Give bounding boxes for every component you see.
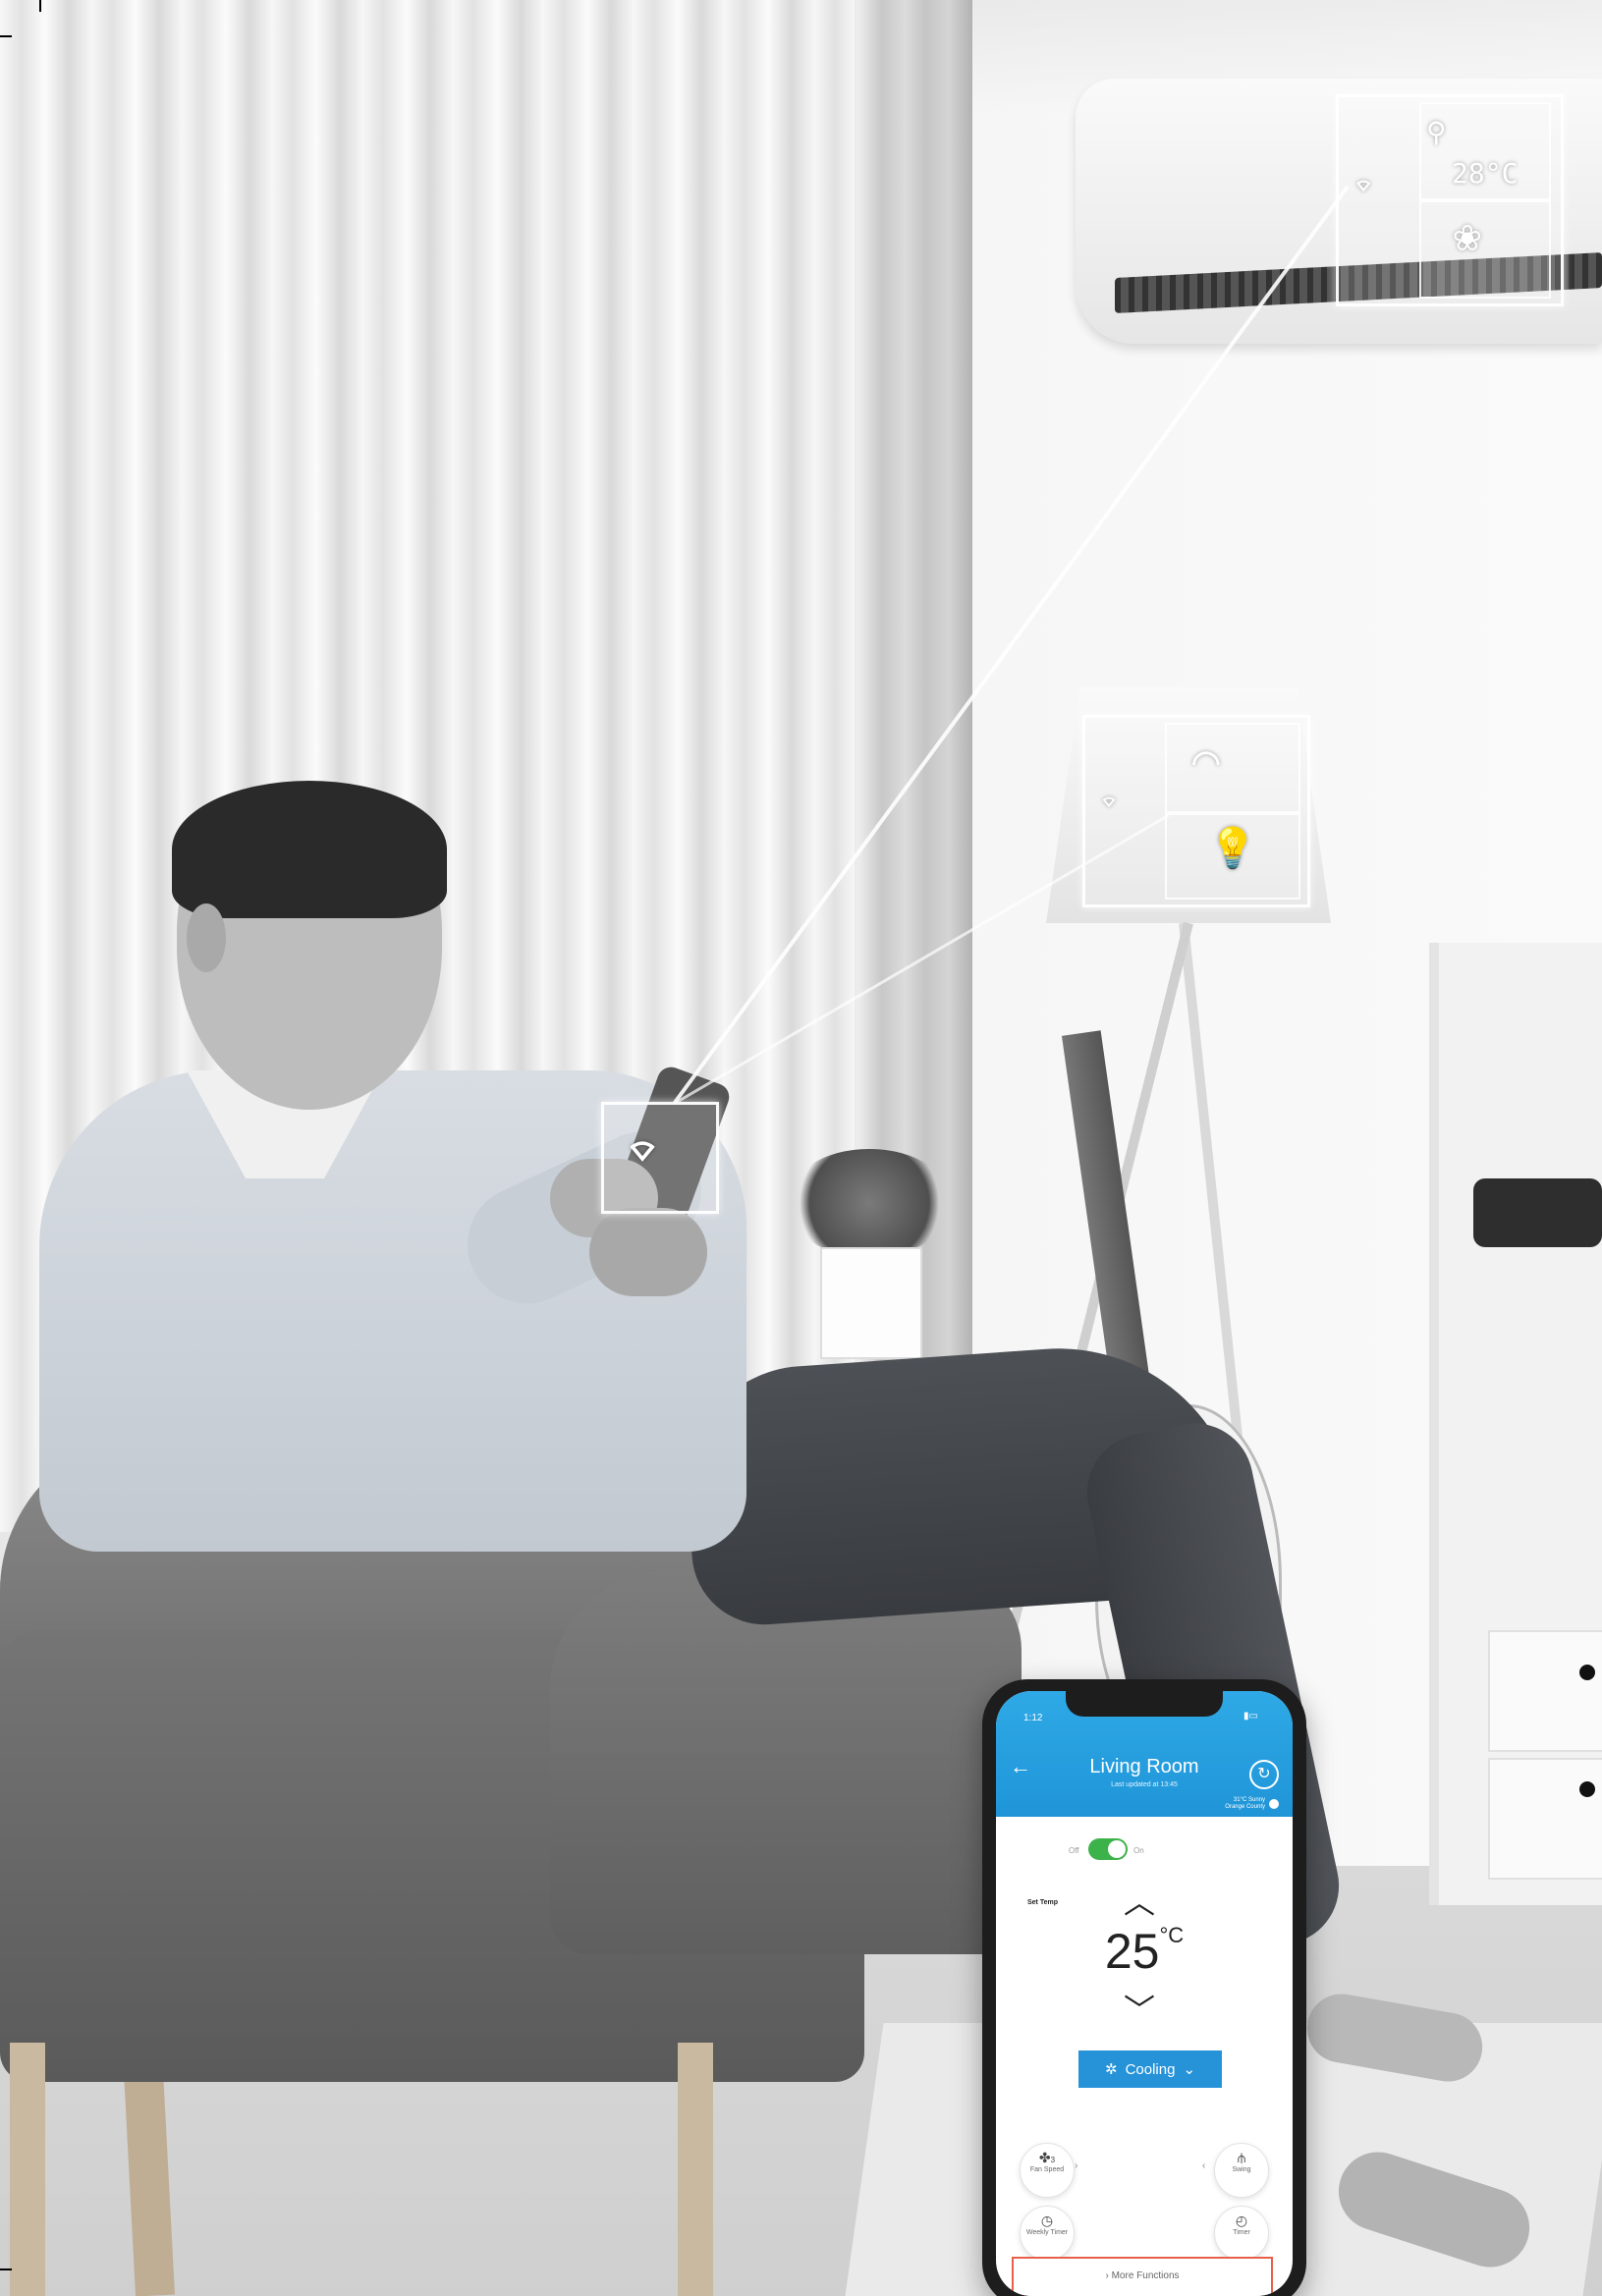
phone-notch [1066,1691,1223,1717]
set-temp-display: 25°C [996,1923,1293,1980]
lamp-hologram-gauge-cell [1165,723,1300,813]
fan-speed-button[interactable]: ✤3 Fan Speed [1020,2143,1075,2198]
mode-label: Cooling [1125,2060,1176,2078]
armchair-leg [678,2043,713,2296]
room-title: Living Room [1089,1756,1199,1777]
ac-hologram-temperature: 28°C [1452,157,1519,190]
timer-button[interactable]: ◴ Timer [1214,2206,1269,2261]
more-functions-button[interactable]: › More Functions [1012,2257,1273,2296]
chevron-right-icon[interactable]: › [1075,2160,1077,2171]
thermometer-icon: ⚲ [1426,116,1447,148]
chevron-left-icon[interactable]: ‹ [1202,2160,1205,2171]
weather-info: 31°C Sunny Orange County [1192,1797,1265,1811]
plant-pot [820,1247,922,1359]
power-toggle-knob[interactable] [1108,1840,1126,1858]
timer-icon: ◴ [1235,2213,1248,2228]
armchair-arm [550,1571,1022,1954]
more-functions-label: More Functions [1111,2270,1180,2281]
refresh-icon[interactable]: ↻ [1249,1760,1279,1789]
swing-button[interactable]: ⫛ Swing [1214,2143,1269,2198]
person-hand [589,1208,707,1296]
app-screen: 1:12 ▮▭ ← Living Room Last updated at 13… [996,1691,1293,2296]
weather-location: Orange County [1225,1804,1265,1810]
fan-icon: ✤3 [1038,2150,1056,2165]
set-temp-value: 25 [1104,1924,1160,1979]
chevron-down-icon: ⌄ [1183,2061,1196,2078]
power-on-label: On [1133,1846,1144,1855]
ac-hologram-wifi-icon: ⌔ [1353,167,1374,206]
set-temp-unit: °C [1159,1923,1185,1947]
bulb-icon: 💡 [1208,826,1257,871]
mode-dropdown[interactable]: ✲ Cooling ⌄ [1078,2050,1222,2088]
fan-mode-icon: ❀ [1454,208,1481,261]
potted-plant [786,1149,953,1257]
swing-icon: ⫛ [1237,2150,1246,2165]
shelf-drawer [1488,1630,1602,1752]
fan-speed-level: 3 [1050,2156,1056,2164]
lamp-hologram-wifi-icon: ⌔ [1100,786,1119,820]
temp-down-icon[interactable]: ﹀ [1124,1986,1155,2031]
armchair-leg [10,2043,45,2296]
crop-mark [39,0,41,12]
drawer-knob [1579,1665,1595,1680]
status-time: 1:12 [1023,1713,1043,1723]
swing-label: Swing [1232,2166,1251,2173]
temp-up-icon[interactable]: ︿ [1124,1878,1155,1923]
timer-label: Timer [1233,2229,1250,2236]
crop-mark [0,35,12,37]
shelf-drawer [1488,1758,1602,1880]
weather-temperature: 31°C Sunny [1233,1797,1265,1803]
last-updated-text: Last updated at 13:45 [1111,1781,1178,1788]
dimmer-gauge-icon: ◠ [1192,735,1220,788]
weekly-timer-icon: ◷ [1040,2213,1054,2228]
set-temp-label: Set Temp [1027,1899,1058,1906]
photo-scene: ⌔ ⚲ 28°C ❀ ⌔ ◠ 💡 ⌔ 1:12 ▮▭ ← Living Room… [0,0,1602,2296]
person-hair [172,781,447,918]
battery-icon: ▮▭ [1243,1711,1258,1722]
person-ear [187,903,226,972]
drawer-knob [1579,1781,1595,1797]
crop-mark [0,2269,12,2270]
weather-icon [1269,1799,1279,1809]
weekly-timer-button[interactable]: ◷ Weekly Timer [1020,2206,1075,2261]
weekly-timer-label: Weekly Timer [1025,2229,1069,2236]
speaker [1473,1178,1602,1247]
ac-hologram-mode-cell [1419,200,1551,299]
phone-hologram-wifi-icon: ⌔ [625,1118,661,1186]
power-off-label: Off [1069,1846,1079,1855]
cooling-gear-icon: ✲ [1104,2061,1118,2078]
fan-speed-label: Fan Speed [1029,2166,1065,2173]
